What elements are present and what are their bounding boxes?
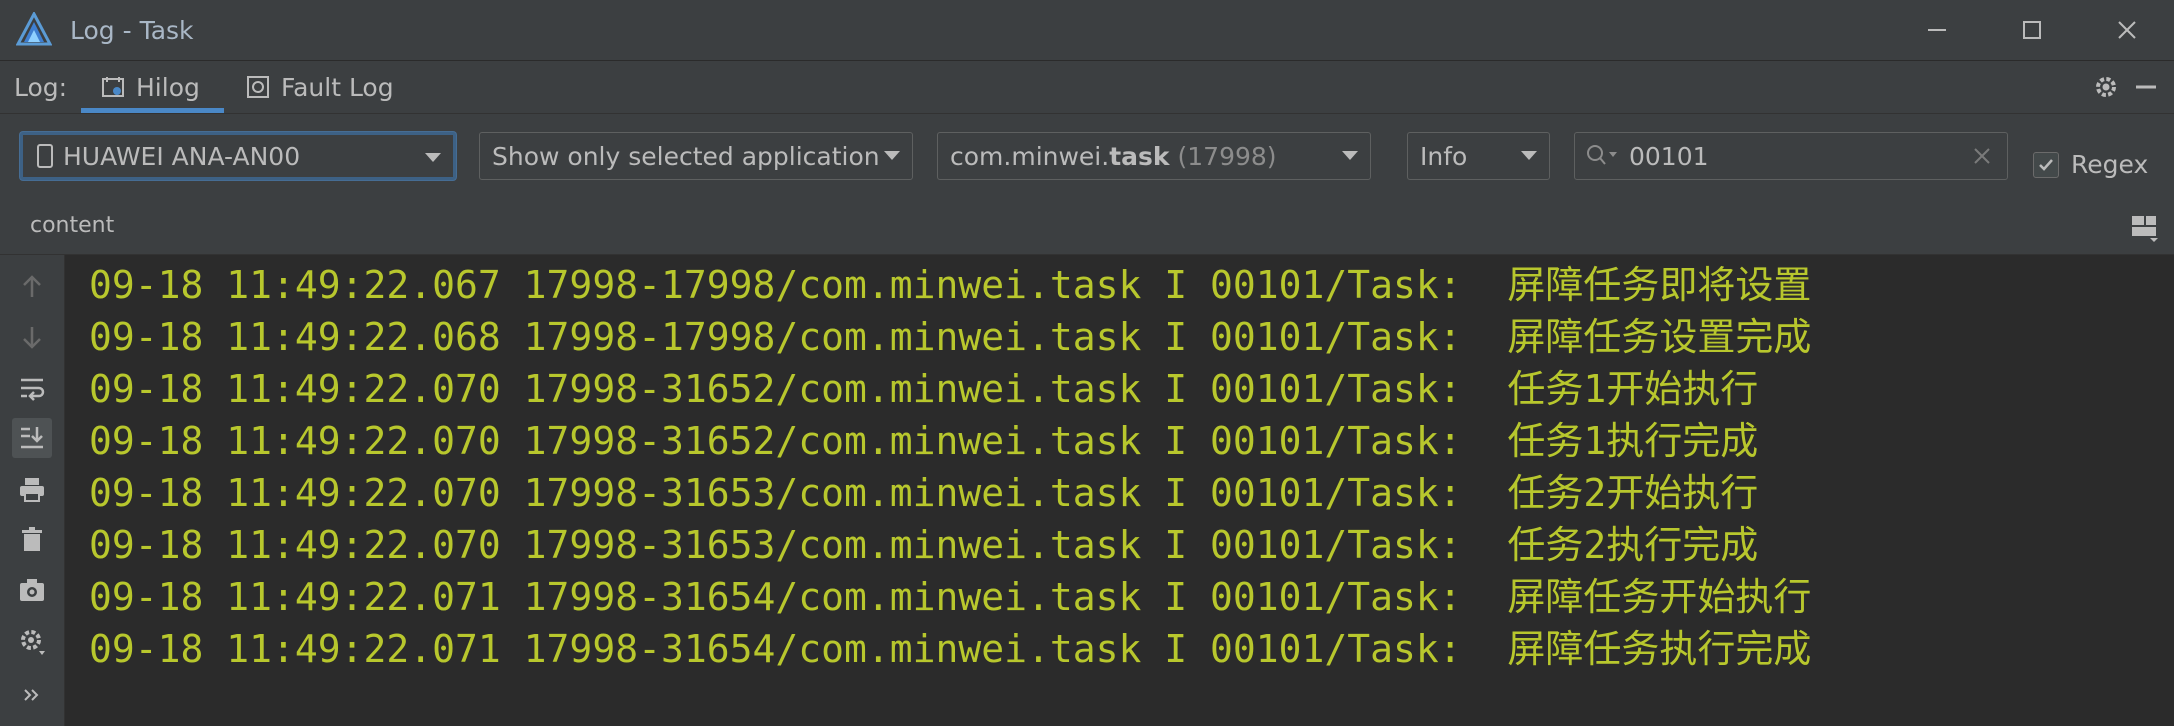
log-line: 09-18 11:49:22.067 17998-17998/com.minwe… — [89, 263, 1812, 307]
maximize-icon — [2022, 21, 2041, 39]
fault-log-icon — [247, 76, 269, 98]
process-pid: (17998) — [1177, 141, 1277, 171]
minimize-panel-icon — [2136, 85, 2156, 89]
app-filter-select[interactable]: Show only selected application — [479, 132, 913, 180]
log-line: 09-18 11:49:22.070 17998-31653/com.minwe… — [89, 523, 1759, 567]
hide-panel-button[interactable] — [2126, 61, 2166, 113]
soft-wrap-icon — [21, 378, 45, 401]
log-line: 09-18 11:49:22.071 17998-31654/com.minwe… — [89, 575, 1812, 619]
screenshot-button[interactable] — [12, 570, 52, 610]
close-icon — [2117, 21, 2136, 39]
log-line: 09-18 11:49:22.070 17998-31652/com.minwe… — [89, 367, 1759, 411]
print-icon — [20, 478, 44, 502]
log-level-value: Info — [1420, 141, 1468, 171]
filter-bar: HUAWEI ANA-AN00 Show only selected appli… — [0, 114, 2174, 200]
checkmark-icon — [2039, 158, 2053, 171]
regex-toggle[interactable]: Regex — [2033, 150, 2148, 179]
scroll-to-end-button[interactable] — [12, 418, 52, 458]
process-prefix: com.minwei. — [950, 141, 1110, 171]
double-chevron-right-icon — [24, 689, 39, 701]
hilog-icon — [102, 77, 124, 97]
arrow-up-icon — [23, 275, 41, 297]
soft-wrap-button[interactable] — [12, 368, 52, 408]
settings-button[interactable] — [2086, 61, 2126, 113]
log-level-select[interactable]: Info — [1407, 132, 1550, 180]
log-line: 09-18 11:49:22.070 17998-31653/com.minwe… — [89, 471, 1759, 515]
phone-icon — [37, 144, 53, 168]
regex-checkbox[interactable] — [2033, 151, 2059, 178]
tab-hilog-label: Hilog — [136, 72, 200, 102]
clear-log-button[interactable] — [12, 519, 52, 559]
device-select-value: HUAWEI ANA-AN00 — [63, 141, 301, 171]
camera-icon — [20, 579, 44, 601]
title-bar: Log - Task — [0, 0, 2174, 61]
trash-icon — [22, 527, 42, 551]
process-select-value: com.minwei.task (17998) — [950, 142, 1277, 171]
maximize-button[interactable] — [1984, 0, 2079, 60]
process-name: task — [1109, 141, 1170, 171]
scroll-up-button[interactable] — [12, 267, 52, 307]
chevron-down-icon — [884, 151, 900, 160]
arrow-down-icon — [23, 327, 41, 349]
log-line: 09-18 11:49:22.070 17998-31652/com.minwe… — [89, 419, 1759, 463]
clear-search-icon[interactable] — [1973, 147, 1991, 165]
log-settings-button[interactable] — [12, 621, 52, 661]
more-actions-button[interactable] — [12, 675, 52, 715]
chevron-down-icon — [1342, 151, 1358, 160]
search-field[interactable]: 00101 — [1574, 132, 2008, 180]
layout-options-icon[interactable] — [2130, 214, 2160, 242]
app-logo-icon — [16, 12, 52, 46]
minimize-icon — [1927, 29, 1946, 31]
regex-label: Regex — [2071, 150, 2149, 179]
chevron-down-icon — [1521, 151, 1537, 160]
search-icon — [1587, 145, 1617, 165]
tab-fault-log-label: Fault Log — [281, 72, 394, 102]
log-output[interactable]: 09-18 11:49:22.067 17998-17998/com.minwe… — [65, 255, 2174, 726]
close-button[interactable] — [2079, 0, 2174, 60]
log-line: 09-18 11:49:22.071 17998-31654/com.minwe… — [89, 627, 1812, 671]
log-header-row: content — [0, 200, 2174, 255]
app-filter-value: Show only selected application — [492, 141, 880, 171]
log-line: 09-18 11:49:22.068 17998-17998/com.minwe… — [89, 315, 1812, 359]
log-label: Log: — [14, 73, 68, 102]
scroll-to-end-icon — [21, 427, 43, 449]
process-select[interactable]: com.minwei.task (17998) — [937, 132, 1371, 180]
gear-icon — [21, 630, 45, 655]
device-select[interactable]: HUAWEI ANA-AN00 — [20, 132, 456, 180]
scroll-down-button[interactable] — [12, 317, 52, 357]
chevron-down-icon — [425, 153, 441, 162]
window-title: Log - Task — [70, 15, 194, 45]
gear-icon — [2096, 77, 2116, 97]
search-input[interactable]: 00101 — [1629, 142, 1709, 171]
print-button[interactable] — [12, 469, 52, 509]
content-column-label: content — [30, 213, 115, 238]
tab-fault-log[interactable]: Fault Log — [245, 61, 394, 113]
tab-hilog[interactable]: Hilog — [81, 61, 224, 113]
log-side-toolbar — [0, 255, 65, 726]
log-tab-bar: Log: Hilog Fault Log — [0, 61, 2174, 114]
minimize-button[interactable] — [1889, 0, 1984, 60]
